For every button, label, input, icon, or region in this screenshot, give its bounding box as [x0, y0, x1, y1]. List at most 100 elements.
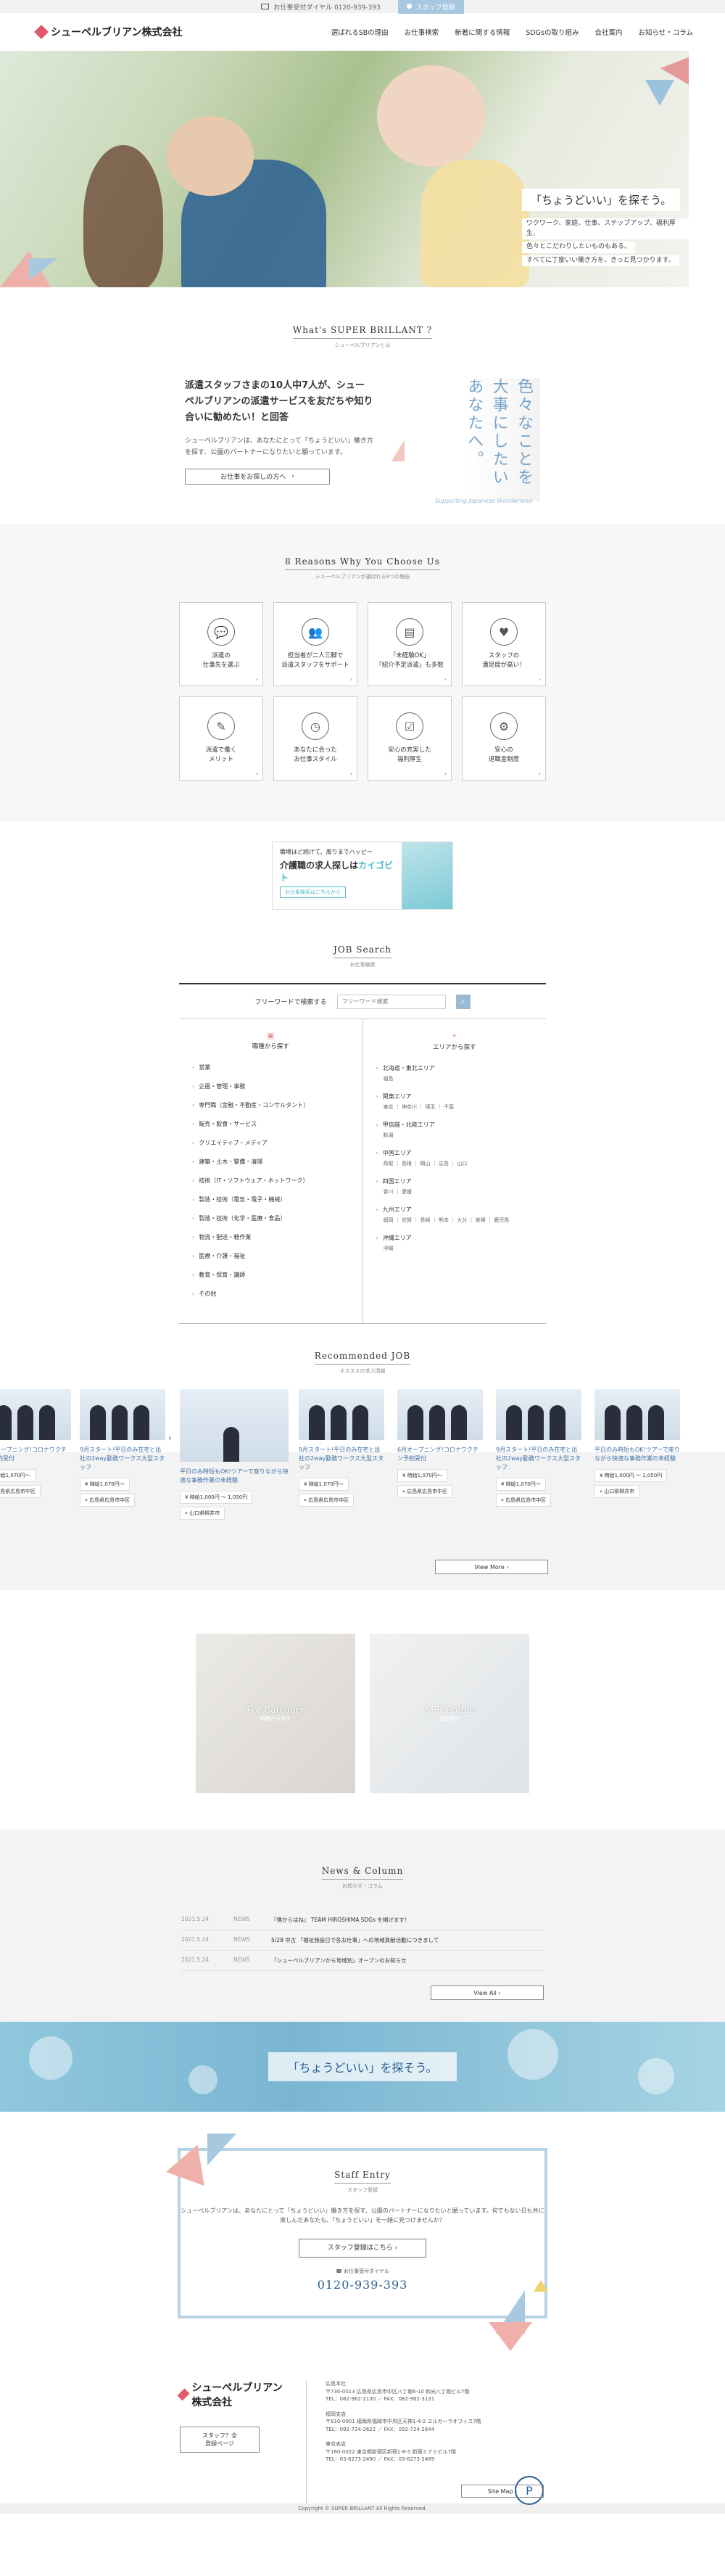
job-card[interactable]: 平日のみ時短もOK!ツアーで座りながら快適な事務作業の未経験 ¥ 時給1,000… [594, 1389, 680, 1501]
industry-link[interactable]: 建築・土木・警備・清掃 [192, 1158, 349, 1166]
area-link[interactable]: 沖縄エリア [376, 1234, 534, 1242]
prefecture-links[interactable]: 沖縄 [376, 1245, 534, 1252]
industry-link[interactable]: 企画・管理・事務 [192, 1082, 349, 1090]
news-title: 「シューペルブリアンから地域別」オープンのお知らせ [271, 1957, 407, 1964]
area-link[interactable]: 中国エリア [376, 1149, 534, 1157]
view-more-button[interactable]: View More › [435, 1560, 548, 1574]
reason-card-label: 「未経験OK」 「紹介予定派遣」も多数 [376, 652, 444, 669]
category-card[interactable]: For Category 職種から探す [196, 1634, 355, 1793]
banner-small-text: 職場ほど続けて、周りまでハッピー [280, 849, 373, 855]
search-button[interactable]: ⌕ [455, 994, 471, 1009]
industry-link[interactable]: 物流・配送・軽作業 [192, 1233, 349, 1241]
nav-item-company[interactable]: 会社案内 [594, 27, 622, 37]
staff-entry-button[interactable]: ● スタッフ登録 [397, 0, 464, 14]
logo[interactable]: シューペルブリアン株式会社 [34, 25, 182, 39]
job-card-title: 9月スタート!平日のみ在宅と出社の2way勤務ワークス大型スタッフ [299, 1447, 384, 1470]
job-card[interactable]: 9月スタート!平日のみ在宅と出社の2way勤務ワークス大型スタッフ ¥ 時給1,… [80, 1389, 165, 1510]
user-icon: ● [406, 3, 413, 10]
area-link[interactable]: 四国エリア [376, 1177, 534, 1185]
yen-icon: ¥ [85, 1481, 90, 1487]
top-bar: お仕事受付ダイヤル 0120-939-393 ● スタッフ登録 [0, 0, 725, 14]
hero-headline: 「ちょうどいい」を探そう。 [522, 189, 681, 211]
industry-link[interactable]: 営業 [192, 1063, 349, 1071]
clipboard-icon: ☑ [396, 712, 423, 741]
job-card-pay-text: 時給1,070円〜 [0, 1473, 30, 1478]
tel-number[interactable]: 0120-939-393 [181, 2278, 544, 2292]
reason-card[interactable]: ✎ 派遣で働く メリット › [179, 696, 263, 781]
view-all-button[interactable]: View All › [431, 1986, 544, 2000]
footer-staff-entry-button[interactable]: スタッフ？全 登録ページ [180, 2427, 260, 2453]
section-title-jp: シューペルブリアンが選ばれる8つの理由 [315, 574, 410, 580]
prefecture-links[interactable]: 福岡 ｜ 佐賀 ｜ 長崎 ｜ 熊本 ｜ 大分 ｜ 宮崎 ｜ 鹿児島 [376, 1217, 534, 1224]
profile-card[interactable]: SPR Profile 会社案内 [370, 1634, 529, 1793]
news-row[interactable]: 2021.5.24 NEWS 「シューペルブリアンから地域別」オープンのお知らせ [181, 1951, 544, 1971]
news-row[interactable]: 2021.5.24 NEWS 5/28 中古 「福祉施設日で各お仕事」への地域貢… [181, 1930, 544, 1951]
nav-item-sdgs[interactable]: SDGsの取り組み [526, 27, 579, 37]
reason-card[interactable]: ⚙ 安心の 退職金制度 › [462, 696, 546, 781]
reason-card[interactable]: ☑ 安心の充実した 福利厚生 › [368, 696, 452, 781]
job-card-pay: ¥ 時給1,070円〜 [0, 1469, 36, 1482]
industry-link[interactable]: 技術（IT・ソフトウェア・ネットワーク） [192, 1177, 349, 1185]
prefecture-links[interactable]: 新潟 [376, 1132, 534, 1139]
area-link[interactable]: 九州エリア [376, 1206, 534, 1214]
industry-link[interactable]: クリエイティブ・メディア [192, 1139, 349, 1147]
job-card[interactable]: 6月オープニング!コロナワクチン予約受付 ¥ 時給1,070円〜 ⌖ 広島県広島… [0, 1389, 71, 1501]
hero-subtext: ワクワーク、家庭、仕事、ステップアップ、福利厚生、 色々とこだわりしたいものもあ… [522, 218, 689, 268]
area-list: 北海道・東北エリア 福島関東エリア 東京 ｜ 神奈川 ｜ 埼玉 ｜ 千葉甲信越・… [376, 1064, 534, 1252]
staff-register-button[interactable]: スタッフ登録はこちら › [299, 2238, 426, 2258]
gear-icon: ⚙ [490, 712, 518, 741]
reason-card[interactable]: 💬 派遣の 仕事先を選ぶ › [179, 602, 263, 686]
industry-link[interactable]: その他 [192, 1290, 349, 1298]
section-title-jp: シューペルブリアンとは [334, 342, 391, 348]
industry-link[interactable]: 製造・技術（電気・電子・機械） [192, 1196, 349, 1203]
footer-logo[interactable]: シューペルブリアン株式会社 [177, 2380, 289, 2409]
industry-link[interactable]: 医療・介護・福祉 [192, 1252, 349, 1260]
news-list: 2021.5.24 NEWS 『僕からはね』 TEAM HIROSHIMA SD… [181, 1910, 544, 1971]
prefecture-links[interactable]: 香川 ｜ 愛媛 [376, 1188, 534, 1196]
industry-link[interactable]: 教育・保育・講師 [192, 1271, 349, 1279]
carousel-prev-icon[interactable]: ‹ [168, 1433, 172, 1443]
chat-icon: 💬 [207, 618, 235, 646]
pen-icon: ✎ [207, 712, 235, 741]
industry-column: ▣ 職種から探す 営業企画・管理・事務専門職（金融・不動産・コンサルタント） 販売・… [179, 1019, 362, 1323]
prefecture-links[interactable]: 東京 ｜ 神奈川 ｜ 埼玉 ｜ 千葉 [376, 1103, 534, 1111]
prefecture-links[interactable]: 福島 [376, 1075, 534, 1082]
industry-list: 営業企画・管理・事務専門職（金融・不動産・コンサルタント） 販売・飲食・サービスク… [192, 1063, 349, 1298]
area-link[interactable]: 甲信越・北陸エリア [376, 1121, 534, 1129]
job-card-pay-text: 時給1,070円〜 [89, 1481, 125, 1487]
prefecture-links[interactable]: 鳥取 ｜ 島根 ｜ 岡山 ｜ 広島 ｜ 山口 [376, 1160, 534, 1167]
arrow-right-icon: › [349, 770, 352, 777]
job-card-photo [299, 1389, 384, 1440]
nav-item-news[interactable]: お知らせ・コラム [638, 27, 693, 37]
job-card[interactable]: 9月スタート!平日のみ在宅と出社の2way勤務ワークス大型スタッフ ¥ 時給1,… [299, 1389, 384, 1510]
industry-link[interactable]: 専門職（金融・不動産・コンサルタント） [192, 1101, 349, 1109]
job-card-pay: ¥ 時給1,070円〜 [299, 1478, 349, 1491]
view-all-label: View All [473, 1989, 497, 1996]
reason-card[interactable]: ▤ 「未経験OK」 「紹介予定派遣」も多数 › [368, 602, 452, 686]
nav-item-new-info[interactable]: 新着に関する情報 [455, 27, 510, 37]
reason-card[interactable]: ◷ あなたに合った お仕事スタイル › [273, 696, 357, 781]
nav-item-job-search[interactable]: お仕事検索 [405, 27, 439, 37]
nav-item-reasons[interactable]: 選ばれるSBの理由 [331, 27, 389, 37]
area-link[interactable]: 北海道・東北エリア [376, 1064, 534, 1072]
industry-link[interactable]: 販売・飲食・サービス [192, 1120, 349, 1128]
news-row[interactable]: 2021.5.24 NEWS 『僕からはね』 TEAM HIROSHIMA SD… [181, 1910, 544, 1930]
job-search-section: JOB Search お仕事検索 フリーワードで検索する ⌕ ▣ 職種から探す 営… [0, 930, 725, 1336]
arrow-right-icon: › [444, 676, 447, 683]
job-card[interactable]: 6月オープニング!コロナワクチン予約受付 ¥ 時給1,070円〜 ⌖ 広島県広島… [397, 1389, 483, 1501]
reason-card[interactable]: 👥 担当者が二人三脚で 派遣スタッフをサポート › [273, 602, 357, 686]
section-title-en: News & Column [321, 1866, 404, 1880]
area-link[interactable]: 関東エリア [376, 1092, 534, 1100]
job-card-place-text: 山口県柳井市 [604, 1489, 635, 1494]
kaigobito-banner[interactable]: 職場ほど続けて、周りまでハッピー 介護職の求人探しはカイゴビト お仕事検索はこち… [272, 841, 453, 910]
reason-card-label: 派遣の 仕事先を選ぶ [202, 652, 240, 669]
job-seeker-button[interactable]: お仕事をお探しの方へ › [185, 468, 330, 485]
job-card[interactable]: 9月スタート!平日のみ在宅と出社の2way勤務ワークス大型スタッフ ¥ 時給1,… [496, 1389, 581, 1510]
job-card[interactable]: 平日のみ時短もOK!ツアーで座りながら快適な事務作業の未経験 ¥ 時給1,000… [180, 1389, 289, 1523]
keyword-input[interactable] [336, 994, 446, 1009]
area-group: 中国エリア 鳥取 ｜ 島根 ｜ 岡山 ｜ 広島 ｜ 山口 [376, 1149, 534, 1167]
reason-card[interactable]: ♥ スタッフの 満足度が高い！ › [462, 602, 546, 686]
job-card-place: ⌖ 山口県柳井市 [594, 1485, 640, 1498]
sitemap-button[interactable]: Site Map › [461, 2485, 544, 2498]
industry-link[interactable]: 製造・技術（化学・医療・食品） [192, 1214, 349, 1222]
